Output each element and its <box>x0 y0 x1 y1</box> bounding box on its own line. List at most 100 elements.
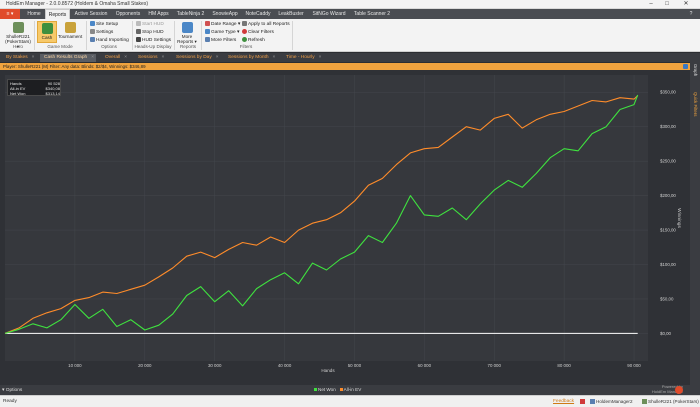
y-tick-label: $350,00 <box>660 90 676 95</box>
clear-icon <box>242 29 247 34</box>
y-tick-label: $100,00 <box>660 262 676 267</box>
close-tab-icon[interactable]: × <box>91 55 94 60</box>
site-setup-button[interactable]: Site Setup <box>90 21 118 28</box>
group-label-hero: Hero <box>13 44 23 49</box>
graph-svg: $0,00 $50,00 $100,00 $150,00 $200,00 $250,00 $… <box>4 75 682 373</box>
tab-by-stakes[interactable]: By Stakes × <box>2 54 38 62</box>
group-label-hud: Heads-Up Display <box>134 44 172 49</box>
trophy-icon <box>64 22 76 33</box>
x-tick-label: 10 000 <box>68 363 82 368</box>
menu-hm-apps[interactable]: HM Apps <box>146 9 171 19</box>
hm-logo-icon <box>675 386 683 394</box>
reports-icon <box>181 22 193 33</box>
close-tab-icon[interactable]: × <box>319 55 322 60</box>
graph-bottom-bar: ▾ Options Net Won All-in EV Powered by H… <box>0 384 690 395</box>
legend-all-in-ev[interactable]: All-in EV <box>339 387 361 392</box>
tab-sessions-by-month[interactable]: Sessions by Month × <box>224 54 280 62</box>
more-filters-button[interactable]: More Filters <box>205 37 236 44</box>
stat-net-won: Net Won $313,14 <box>10 91 60 96</box>
options-button[interactable]: ▾ Options <box>2 387 28 394</box>
menu-opponents[interactable]: Opponents <box>112 9 144 19</box>
calendar-icon <box>205 21 210 26</box>
clear-filters-button[interactable]: Clear Filters <box>242 29 274 36</box>
status-player[interactable]: ShulleR221 (PokerStars) <box>642 399 699 404</box>
tab-time-hourly[interactable]: Time - Hourly × <box>282 54 326 62</box>
hud-settings-button[interactable]: HUD Settings <box>136 37 171 44</box>
close-tab-icon[interactable]: × <box>273 55 276 60</box>
y-tick-label: $250,00 <box>660 159 676 164</box>
menu-table-scanner[interactable]: Table Scanner 2 <box>352 9 392 19</box>
cash-icon <box>41 23 53 34</box>
y-tick-label: $200,00 <box>660 193 676 198</box>
tab-overall[interactable]: Overall × <box>101 54 129 62</box>
menu-reports[interactable]: Reports <box>45 9 70 19</box>
rail-graph-tab[interactable]: Graph <box>693 64 698 76</box>
game-type-dropdown[interactable]: Game Type ▾ <box>205 29 239 36</box>
hand-importing-button[interactable]: Hand Importing <box>90 37 129 44</box>
x-tick-label: 50 000 <box>348 363 362 368</box>
plot-area <box>5 75 648 361</box>
tournament-mode-button[interactable]: Tournament <box>58 21 82 43</box>
x-tick-label: 20 000 <box>138 363 152 368</box>
close-tab-icon[interactable]: × <box>32 55 35 60</box>
menu-leakbuster[interactable]: LeakBuster <box>276 9 306 19</box>
tab-sessions-by-day[interactable]: Sessions by Day × <box>172 54 222 62</box>
ribbon: ShulleR221 (PokerStars) ▾ Cash Tournamen… <box>0 19 700 52</box>
graph-legend: Net Won All-in EV <box>314 387 361 393</box>
apply-all-reports-button[interactable]: Apply to all Reports <box>242 21 290 28</box>
y-tick-label: $0,00 <box>660 331 672 336</box>
menu-home[interactable]: Home <box>24 9 44 19</box>
gear-icon <box>90 29 95 34</box>
maximize-button[interactable]: □ <box>660 0 674 9</box>
feedback-link[interactable]: Feedback <box>553 399 574 404</box>
x-tick-label: 70 000 <box>488 363 502 368</box>
legend-net-won[interactable]: Net Won <box>314 387 336 392</box>
refresh-button[interactable]: Refresh <box>242 37 265 44</box>
menu-tableninja[interactable]: TableNinja 2 <box>173 9 208 19</box>
hero-selector[interactable]: ShulleR221 (PokerStars) ▾ <box>5 21 31 49</box>
rail-quick-filters-tab[interactable]: Quick Filters <box>693 92 698 116</box>
close-tab-icon[interactable]: × <box>216 55 219 60</box>
menu-sitngo-wizard[interactable]: SitNGo Wizard <box>308 9 350 19</box>
flag-icon <box>580 399 586 404</box>
database-icon <box>590 399 595 404</box>
status-text: Ready <box>3 399 17 404</box>
group-label-reports: Reports <box>179 44 197 49</box>
menu-snowieapp[interactable]: SnowieApp <box>210 9 240 19</box>
title-bar: HoldEm Manager - 2.0.0.8572 (Holdem & Om… <box>0 0 700 9</box>
filter-summary-bar: Player: ShulleR221 (M) Filter: Any data:… <box>0 63 690 70</box>
help-icon[interactable]: ? <box>686 9 696 19</box>
stop-hud-button[interactable]: Stop HUD <box>136 29 164 36</box>
menu-active-session[interactable]: Active Session <box>72 9 110 19</box>
right-rail: Graph Quick Filters <box>690 62 700 395</box>
group-label-options: Options <box>101 44 117 49</box>
y-tick-label: $150,00 <box>660 228 676 233</box>
minimize-button[interactable]: – <box>644 0 658 9</box>
site-icon <box>90 21 95 26</box>
refresh-icon <box>242 37 247 42</box>
status-database[interactable]: HoldemManager2 <box>590 399 633 404</box>
report-tabs: By Stakes × Cash Results Graph × Overall × … <box>0 53 700 62</box>
import-icon <box>90 37 95 42</box>
x-tick-label: 60 000 <box>418 363 432 368</box>
hud-icon <box>136 37 141 42</box>
date-range-dropdown[interactable]: Date Range ▾ <box>205 21 240 28</box>
settings-button[interactable]: Settings <box>90 29 113 36</box>
y-tick-label: $300,00 <box>660 124 676 129</box>
tab-cash-results-graph[interactable]: Cash Results Graph × <box>40 54 96 62</box>
group-label-game-mode: Game Mode <box>47 44 73 49</box>
close-tab-icon[interactable]: × <box>124 55 127 60</box>
file-menu-button[interactable]: ≡ ▾ <box>0 9 20 19</box>
filter-icon <box>205 37 210 42</box>
stop-icon <box>136 29 141 34</box>
start-hud-button[interactable]: Start HUD <box>136 21 164 28</box>
tab-sessions[interactable]: Sessions × <box>134 54 168 62</box>
x-axis-label: Hands <box>321 368 335 373</box>
more-reports-button[interactable]: More Reports ▾ <box>176 21 198 44</box>
cash-mode-button[interactable]: Cash <box>37 21 57 43</box>
close-button[interactable]: ✕ <box>676 0 696 9</box>
menu-notecaddy[interactable]: NoteCaddy <box>242 9 274 19</box>
x-tick-label: 40 000 <box>278 363 292 368</box>
edit-filter-icon[interactable] <box>683 64 688 69</box>
close-tab-icon[interactable]: × <box>161 55 164 60</box>
